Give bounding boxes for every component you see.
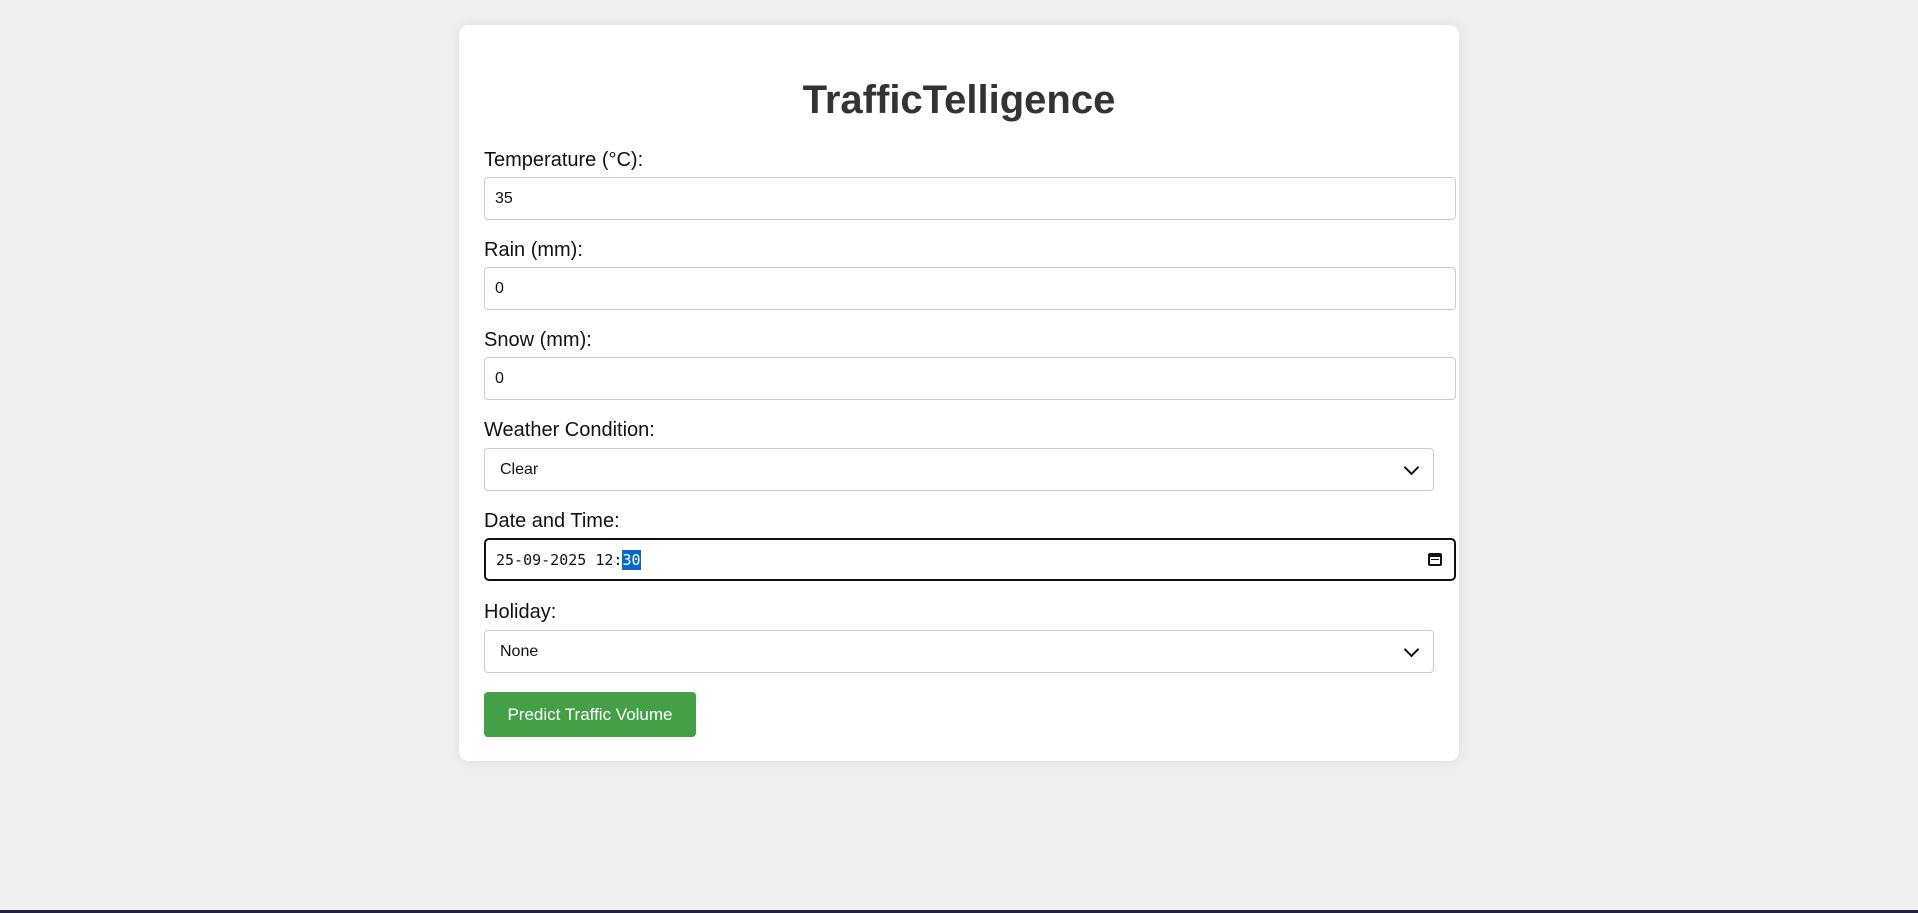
- page-title: TrafficTelligence: [802, 78, 1116, 122]
- calendar-icon[interactable]: [1428, 553, 1442, 566]
- chevron-down-icon: [1403, 641, 1420, 657]
- holiday-select[interactable]: None: [484, 630, 1434, 673]
- temperature-value: 35: [495, 189, 513, 207]
- rain-input[interactable]: 0: [484, 267, 1456, 310]
- temperature-input[interactable]: 35: [484, 177, 1456, 220]
- weather-select[interactable]: Clear: [484, 448, 1434, 491]
- snow-label: Snow (mm):: [484, 329, 592, 351]
- datetime-minute-segment[interactable]: 30: [622, 549, 641, 570]
- rain-label: Rain (mm):: [484, 239, 583, 261]
- form-card: TrafficTelligence Temperature (°C): 35 R…: [459, 25, 1459, 761]
- datetime-value: 25-09-2025 12:30: [496, 549, 641, 570]
- weather-label: Weather Condition:: [484, 419, 655, 441]
- rain-value: 0: [495, 279, 504, 297]
- datetime-input[interactable]: 25-09-2025 12:30: [484, 538, 1456, 581]
- snow-input[interactable]: 0: [484, 357, 1456, 400]
- datetime-value-text: 25-09-2025 12:: [496, 550, 623, 569]
- holiday-selected-value: None: [500, 642, 539, 660]
- predict-traffic-volume-button[interactable]: Predict Traffic Volume: [484, 692, 696, 737]
- snow-value: 0: [495, 369, 504, 387]
- holiday-label: Holiday:: [484, 601, 557, 623]
- weather-selected-value: Clear: [500, 460, 539, 478]
- datetime-label: Date and Time:: [484, 510, 620, 532]
- temperature-label: Temperature (°C):: [484, 149, 644, 171]
- chevron-down-icon: [1403, 459, 1420, 475]
